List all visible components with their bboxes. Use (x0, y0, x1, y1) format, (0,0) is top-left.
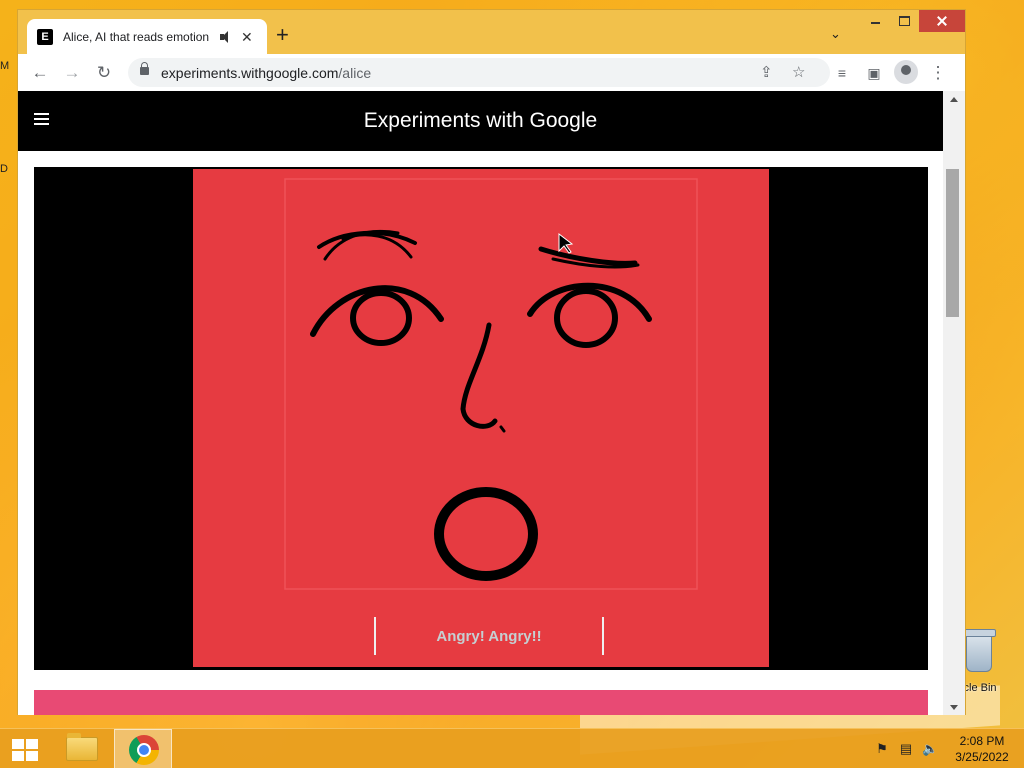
minimize-button[interactable] (863, 10, 889, 32)
desktop-icon-partial[interactable]: D (0, 163, 8, 175)
menu-kebab-icon[interactable]: ⋮ (928, 63, 948, 83)
back-arrow-icon[interactable]: ← (30, 63, 50, 83)
bookmark-star-icon[interactable]: ☆ (792, 63, 805, 81)
audio-playing-icon[interactable] (219, 30, 233, 44)
clock-date: 3/25/2022 (955, 750, 1009, 764)
scroll-thumb[interactable] (946, 169, 959, 317)
next-section-banner (34, 690, 928, 715)
emotion-caption: Angry! Angry!! (374, 617, 604, 655)
address-bar[interactable]: experiments.withgoogle.com/alice ⇪ ☆ (128, 58, 830, 87)
url-path: /alice (338, 65, 372, 81)
clock-time: 2:08 PM (959, 734, 1005, 748)
forward-arrow-icon[interactable]: → (62, 63, 82, 83)
taskbar-chrome[interactable] (114, 729, 172, 768)
reading-list-icon[interactable]: ≡ (832, 63, 852, 83)
recycle-bin[interactable]: ycle Bin (958, 629, 1024, 700)
browser-window: E Alice, AI that reads emotion ✕ + ⌄ ← →… (17, 9, 966, 715)
action-center-flag-icon[interactable]: ⚑ (874, 741, 890, 757)
tab-search-chevron-icon[interactable]: ⌄ (830, 26, 841, 42)
side-panel-icon[interactable]: ▣ (864, 63, 884, 83)
tab-active[interactable]: E Alice, AI that reads emotion ✕ (27, 19, 267, 55)
maximize-button[interactable] (891, 10, 917, 32)
site-title[interactable]: Experiments with Google (18, 109, 943, 133)
browser-toolbar: ← → ↻ experiments.withgoogle.com/alice ⇪… (18, 54, 965, 91)
site-header: Experiments with Google (18, 91, 943, 151)
tab-close-icon[interactable]: ✕ (241, 29, 253, 46)
url-host: experiments.withgoogle.com (161, 65, 339, 81)
url-text[interactable]: experiments.withgoogle.com/alice (161, 65, 371, 81)
windows-start-icon[interactable] (12, 739, 38, 761)
vertical-scrollbar[interactable] (943, 91, 965, 715)
system-clock[interactable]: 2:08 PM 3/25/2022 (952, 733, 1012, 765)
recycle-bin-icon (964, 629, 996, 672)
file-explorer-icon (66, 733, 98, 761)
taskbar: ⚑ ▤ 🔈 2:08 PM 3/25/2022 (0, 728, 1024, 768)
taskbar-file-explorer[interactable] (52, 729, 110, 768)
scroll-up-arrow-icon[interactable] (950, 97, 958, 102)
close-window-button[interactable] (919, 10, 965, 32)
site-favicon-icon: E (37, 29, 53, 45)
video-player[interactable]: Angry! Angry!! (34, 167, 928, 670)
volume-muted-icon[interactable]: 🔈 (922, 741, 938, 757)
tab-strip: E Alice, AI that reads emotion ✕ + ⌄ (18, 10, 965, 55)
page-viewport: Experiments with Google Angry! Angry!! (18, 91, 965, 715)
new-tab-button[interactable]: + (276, 24, 289, 46)
face-video-frame: Angry! Angry!! (193, 169, 769, 667)
lock-icon[interactable] (140, 62, 149, 75)
drawn-face-illustration (284, 178, 698, 590)
chrome-icon (129, 735, 159, 765)
network-icon[interactable]: ▤ (898, 741, 914, 757)
profile-icon[interactable] (894, 60, 918, 84)
share-icon[interactable]: ⇪ (760, 63, 773, 81)
scroll-down-arrow-icon[interactable] (950, 705, 958, 710)
reload-icon[interactable]: ↻ (94, 63, 114, 83)
desktop-icon-partial[interactable]: M (0, 60, 9, 72)
tab-title: Alice, AI that reads emotion (63, 30, 210, 44)
